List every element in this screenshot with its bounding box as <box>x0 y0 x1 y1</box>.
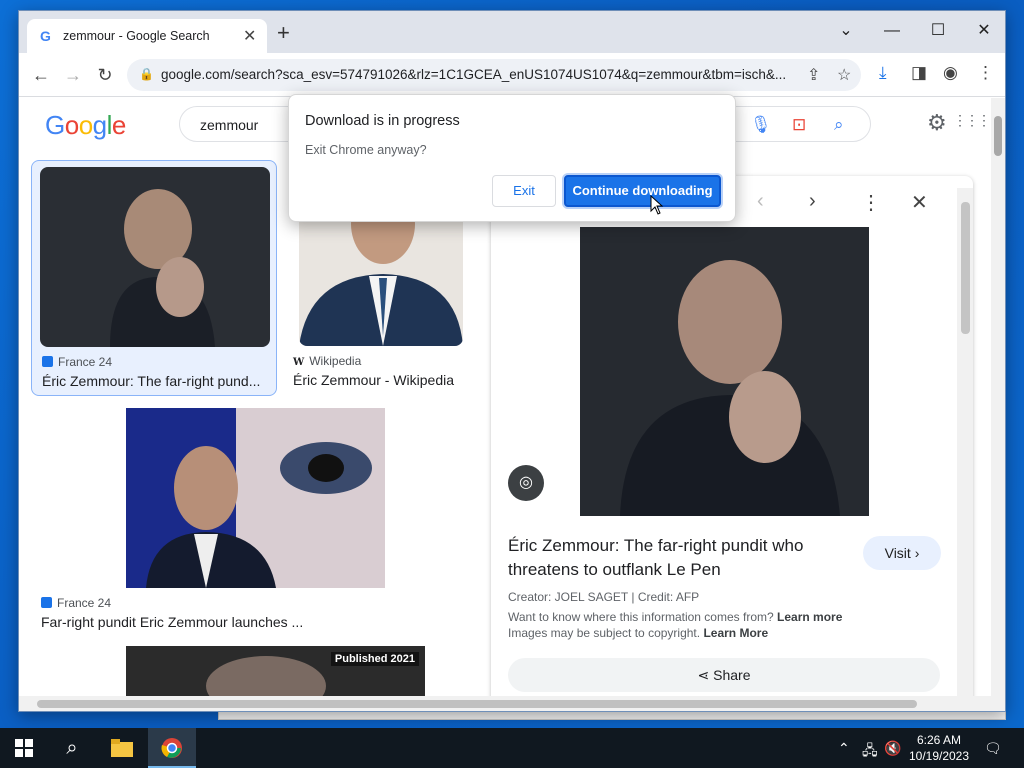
learn-more-link[interactable]: Learn more <box>777 610 842 624</box>
preview-image[interactable] <box>580 227 869 516</box>
france24-favicon-icon <box>42 356 53 367</box>
share-icon: ⋖ <box>697 667 710 683</box>
profile-avatar-icon[interactable]: ◉ <box>943 63 958 83</box>
result-thumbnail <box>126 408 385 588</box>
page-horizontal-scrollbar[interactable] <box>19 696 1005 711</box>
dialog-title: Download is in progress <box>305 113 460 129</box>
lens-icon[interactable]: ⊡ <box>792 115 806 135</box>
search-query: zemmour <box>200 117 259 133</box>
lock-icon: 🔒 <box>139 67 154 81</box>
reload-button[interactable]: ↻ <box>93 63 117 87</box>
result-thumbnail <box>40 167 270 347</box>
microphone-icon[interactable]: 🎙 <box>750 115 772 135</box>
result-card-3[interactable]: France 24 Far-right pundit Eric Zemmour … <box>39 408 473 636</box>
google-logo[interactable]: Google <box>45 110 126 141</box>
tab-search-chevron-icon[interactable]: ⌄ <box>823 17 869 45</box>
wikipedia-w-icon: W <box>293 357 305 368</box>
address-bar[interactable]: 🔒 google.com/search?sca_esv=574791026&rl… <box>127 59 861 91</box>
tab-active[interactable]: G zemmour - Google Search ✕ <box>27 19 267 53</box>
image-preview-panel: ‹ › ⋮ ✕ ◎ Éric Zemmour: The far-right pu… <box>491 176 973 696</box>
logo-letter: o <box>78 110 93 140</box>
visit-button[interactable]: Visit › <box>863 536 941 570</box>
result-card-1[interactable]: France 24 Éric Zemmour: The far-right pu… <box>31 160 277 396</box>
lens-search-icon[interactable]: ◎ <box>508 465 544 501</box>
share-page-icon[interactable]: ⇪ <box>807 65 820 85</box>
share-label: Share <box>713 667 751 683</box>
side-panel-icon[interactable]: ◨ <box>911 63 927 83</box>
result-source: W Wikipedia <box>293 354 361 368</box>
logo-letter: o <box>64 110 79 140</box>
source-label: France 24 <box>58 355 113 369</box>
panel-scroll-thumb[interactable] <box>961 202 970 334</box>
exit-button[interactable]: Exit <box>492 175 556 207</box>
network-icon[interactable]: 🖧 <box>862 740 878 764</box>
menu-kebab-icon[interactable]: ⋮ <box>977 63 994 83</box>
clock[interactable]: 6:26 AM 10/19/2023 <box>904 732 974 764</box>
logo-letter: g <box>92 110 107 140</box>
continue-downloading-button[interactable]: Continue downloading <box>564 175 721 207</box>
result-source: France 24 <box>41 596 111 610</box>
page-vertical-scrollbar[interactable] <box>991 98 1005 696</box>
logo-letter: e <box>111 110 126 140</box>
settings-gear-icon[interactable]: ⚙ <box>927 110 947 136</box>
exit-confirmation-dialog: Download is in progress Exit Chrome anyw… <box>288 94 736 222</box>
search-icon-taskbar[interactable]: ⌕ <box>48 728 96 768</box>
published-badge: Published 2021 <box>330 652 419 666</box>
mouse-cursor-icon <box>650 195 664 215</box>
result-title: Éric Zemmour: The far-right pund... <box>42 373 261 389</box>
new-tab-button[interactable]: + <box>277 22 290 44</box>
tab-bar: G zemmour - Google Search ✕ + ⌄ — ☐ ✕ <box>19 11 1005 53</box>
previous-chevron-icon[interactable]: ‹ <box>757 190 764 213</box>
show-hidden-icons-chevron-icon[interactable]: ⌃ <box>838 740 850 757</box>
result-card-4[interactable]: Published 2021 <box>39 646 473 696</box>
result-thumbnail: Published 2021 <box>126 646 425 696</box>
result-title: Far-right pundit Eric Zemmour launches .… <box>41 614 304 630</box>
next-chevron-icon[interactable]: › <box>809 190 816 213</box>
learn-more-link-2[interactable]: Learn More <box>703 626 768 640</box>
google-apps-icon[interactable]: ⋮⋮⋮ <box>953 112 989 129</box>
horizontal-scroll-thumb[interactable] <box>37 700 917 708</box>
logo-letter: G <box>45 110 65 140</box>
result-source: France 24 <box>42 355 112 369</box>
share-button[interactable]: ⋖ Share <box>508 658 940 692</box>
copyright-line: Images may be subject to copyright. Lear… <box>508 626 768 640</box>
downloads-icon[interactable]: ⤓ <box>879 63 887 83</box>
start-windows-icon[interactable] <box>0 728 48 768</box>
preview-title[interactable]: Éric Zemmour: The far-right pundit who t… <box>508 534 848 582</box>
visit-label: Visit <box>884 545 911 561</box>
forward-button[interactable]: → <box>61 63 85 87</box>
google-favicon-icon: G <box>40 28 51 44</box>
copyright-text: Images may be subject to copyright. <box>508 626 701 640</box>
panel-scrollbar[interactable] <box>957 188 973 696</box>
more-options-icon[interactable]: ⋮ <box>861 190 881 215</box>
taskbar: ⌕ ⌃ 🖧 🔇 6:26 AM 10/19/2023 🗨 <box>0 728 1024 768</box>
dialog-message: Exit Chrome anyway? <box>305 143 427 157</box>
vertical-scroll-thumb[interactable] <box>994 116 1002 156</box>
notifications-icon[interactable]: 🗨 <box>984 740 1002 757</box>
clock-time: 6:26 AM <box>916 733 962 747</box>
close-window-button[interactable]: ✕ <box>961 17 1005 45</box>
source-label: France 24 <box>57 596 112 610</box>
volume-muted-icon[interactable]: 🔇 <box>884 740 901 757</box>
result-title: Éric Zemmour - Wikipedia <box>293 372 455 388</box>
clock-date: 10/19/2023 <box>908 749 970 763</box>
url-text: google.com/search?sca_esv=574791026&rlz=… <box>161 67 787 82</box>
france24-favicon-icon <box>41 597 52 608</box>
chevron-right-icon: › <box>914 545 920 561</box>
search-icon[interactable]: ⌕ <box>834 115 844 135</box>
minimize-button[interactable]: — <box>869 17 915 45</box>
tab-close-icon[interactable]: ✕ <box>243 26 256 46</box>
image-credit: Creator: JOEL SAGET | Credit: AFP <box>508 590 700 604</box>
back-button[interactable]: ← <box>29 63 53 87</box>
info-line: Want to know where this information come… <box>508 610 842 624</box>
source-label: Wikipedia <box>309 354 362 368</box>
maximize-button[interactable]: ☐ <box>915 17 961 45</box>
close-panel-icon[interactable]: ✕ <box>911 190 928 215</box>
chrome-taskbar-icon[interactable] <box>148 728 196 768</box>
info-text: Want to know where this information come… <box>508 610 774 624</box>
file-explorer-icon[interactable] <box>98 728 146 768</box>
bookmark-star-icon[interactable]: ☆ <box>837 65 851 85</box>
tab-title: zemmour - Google Search <box>63 29 210 43</box>
toolbar: ← → ↻ 🔒 google.com/search?sca_esv=574791… <box>19 53 1005 97</box>
